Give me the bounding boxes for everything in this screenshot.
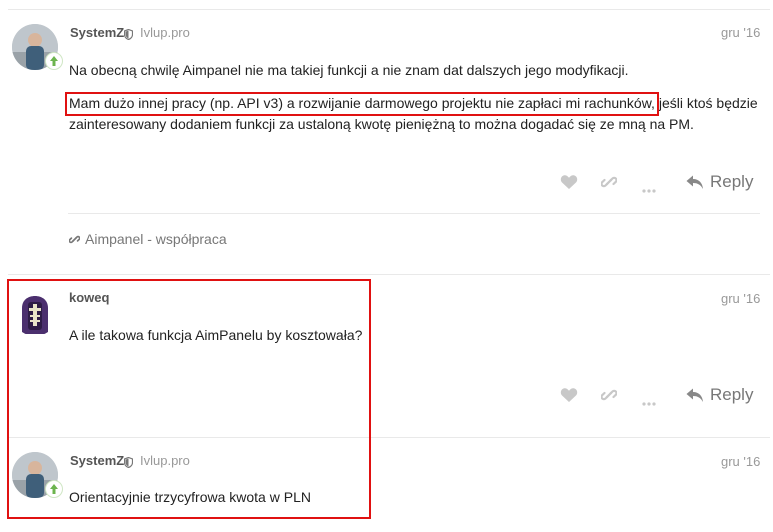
- heart-icon[interactable]: [560, 387, 578, 408]
- highlight-box: [65, 92, 659, 116]
- linked-topic[interactable]: Aimpanel - współpraca: [69, 231, 227, 247]
- top-divider: [8, 9, 770, 10]
- highlight-box: [7, 279, 371, 519]
- more-icon[interactable]: [642, 180, 656, 198]
- reply-label: Reply: [710, 385, 754, 404]
- link-icon: [69, 235, 80, 243]
- reply-icon: [686, 388, 703, 402]
- post-date[interactable]: gru '16: [721, 25, 760, 40]
- heart-icon[interactable]: [560, 174, 578, 195]
- reply-button[interactable]: Reply: [686, 385, 753, 405]
- reply-label: Reply: [710, 172, 754, 191]
- link-icon[interactable]: [600, 387, 618, 408]
- post-paragraph-2-line-2: zainteresowany dodaniem funkcji za ustal…: [69, 116, 694, 132]
- post-username[interactable]: SystemZ: [70, 25, 124, 40]
- reply-icon: [686, 175, 703, 189]
- post-date[interactable]: gru '16: [721, 454, 760, 469]
- post-divider: [8, 274, 770, 275]
- post-1-link-divider: [68, 213, 760, 214]
- linked-topic-label: Aimpanel - współpraca: [85, 231, 227, 247]
- link-icon[interactable]: [600, 174, 618, 195]
- level-up-badge-icon: [45, 52, 63, 70]
- post-paragraph-1: Na obecną chwilę Aimpanel nie ma takiej …: [69, 62, 629, 78]
- post-date[interactable]: gru '16: [721, 291, 760, 306]
- shield-icon: [123, 27, 134, 45]
- reply-button[interactable]: Reply: [686, 172, 753, 192]
- paragraph-2-rest: jeśli ktoś będzie: [654, 95, 758, 111]
- user-flair: Ivlup.pro: [140, 25, 190, 40]
- more-icon[interactable]: [642, 393, 656, 411]
